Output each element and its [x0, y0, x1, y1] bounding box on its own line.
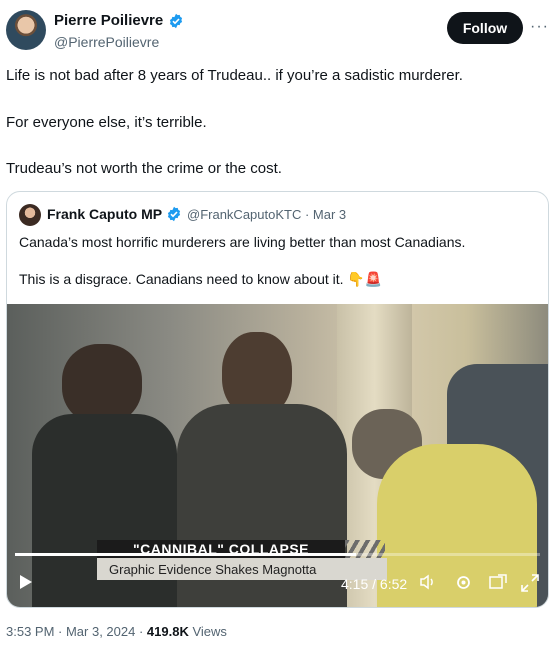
fullscreen-icon	[521, 574, 539, 592]
tweet-text-line-3: Trudeau’s not worth the crime or the cos…	[6, 160, 282, 177]
quoted-tweet[interactable]: Frank Caputo MP @FrankCaputoKTC · Mar 3 …	[6, 191, 549, 608]
author-handle[interactable]: @PierrePoilievre	[54, 34, 159, 50]
follow-button[interactable]: Follow	[447, 12, 523, 44]
tweet-text-line-2: For everyone else, it’s terrible.	[6, 114, 207, 131]
settings-button[interactable]	[455, 574, 472, 591]
author-name-row[interactable]: Pierre Poilievre	[54, 12, 184, 29]
author-name[interactable]: Pierre Poilievre	[54, 12, 163, 29]
tweet-meta: 3:53 PM · Mar 3, 2024 · 419.8K Views	[6, 624, 227, 639]
tweet-timestamp[interactable]: 3:53 PM · Mar 3, 2024 ·	[6, 624, 147, 639]
quote-author-name[interactable]: Frank Caputo MP	[47, 206, 162, 222]
quote-text-line-2: This is a disgrace. Canadians need to kn…	[19, 271, 383, 287]
person-head-left	[62, 344, 142, 424]
pip-button[interactable]	[489, 574, 507, 590]
video-progress-fill	[15, 553, 357, 556]
views-label: Views	[188, 624, 227, 639]
views-count: 419.8K	[146, 624, 189, 639]
play-button[interactable]	[19, 574, 33, 590]
quote-author-handle-date[interactable]: @FrankCaputoKTC · Mar 3	[187, 207, 346, 222]
author-avatar[interactable]	[6, 10, 46, 50]
fullscreen-button[interactable]	[521, 574, 539, 592]
video-player[interactable]: "CANNIBAL" COLLAPSE Graphic Evidence Sha…	[7, 304, 548, 607]
play-icon	[20, 575, 32, 589]
quote-author-avatar[interactable]	[19, 204, 41, 226]
volume-icon	[420, 574, 433, 590]
video-progress-bar[interactable]	[15, 553, 540, 556]
volume-button[interactable]	[419, 574, 437, 590]
quote-text-line-1: Canada’s most horrific murderers are liv…	[19, 234, 466, 250]
quote-author-name-row[interactable]: Frank Caputo MP	[47, 206, 182, 222]
tweet-text-line-1: Life is not bad after 8 years of Trudeau…	[6, 67, 463, 84]
more-options-icon[interactable]: ···	[530, 18, 549, 36]
verified-badge-icon	[170, 13, 183, 28]
picture-in-picture-icon	[489, 574, 507, 589]
verified-badge-icon	[168, 206, 181, 222]
video-time: 4:15 / 6:52	[341, 576, 408, 592]
gear-icon	[457, 576, 470, 589]
